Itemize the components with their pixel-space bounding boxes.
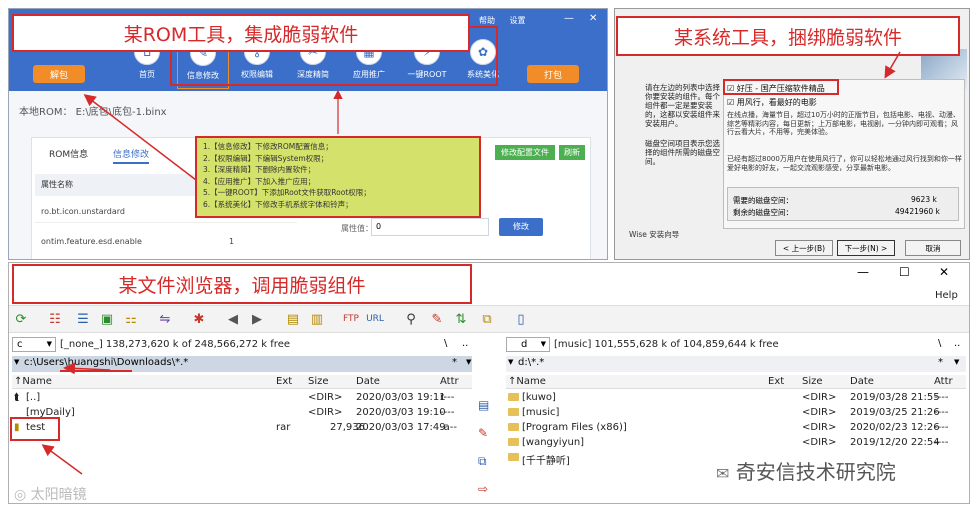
arrow-to-test xyxy=(41,444,83,475)
watermark-right: ✉ 奇安信技术研究院 xyxy=(716,460,896,484)
arrow-to-path xyxy=(63,362,111,375)
arrow-to-unpack xyxy=(83,94,197,181)
wechat-icon: ✉ xyxy=(716,464,730,483)
watermark-logo-icon: ◎ xyxy=(14,487,27,503)
watermark-left: ◎ 太阳暗镜 xyxy=(14,487,87,503)
arrow-to-checkbox xyxy=(884,51,901,79)
annotation-arrows xyxy=(41,51,901,475)
